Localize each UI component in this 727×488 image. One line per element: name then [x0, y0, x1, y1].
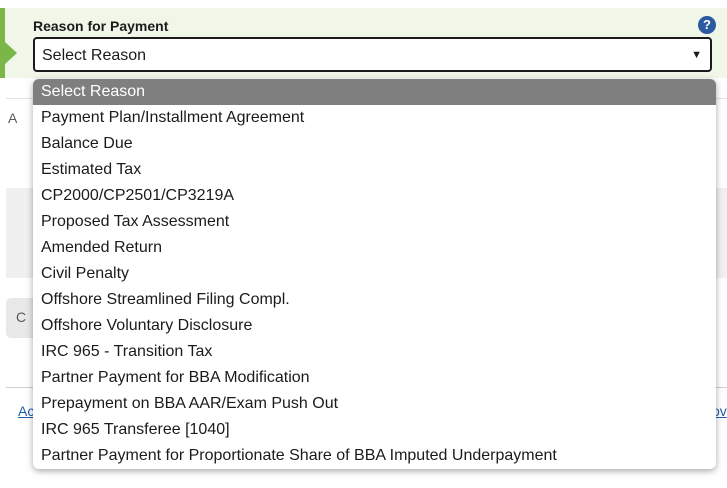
- reason-for-payment-label: Reason for Payment: [33, 18, 169, 34]
- dropdown-option[interactable]: Amended Return: [33, 235, 716, 261]
- dropdown-option[interactable]: Payment Plan/Installment Agreement: [33, 105, 716, 131]
- reason-select[interactable]: Select Reason ▼: [33, 37, 712, 72]
- dropdown-option[interactable]: CP2000/CP2501/CP3219A: [33, 183, 716, 209]
- dropdown-option[interactable]: IRC 965 - Transition Tax: [33, 339, 716, 365]
- dropdown-option[interactable]: Proposed Tax Assessment: [33, 209, 716, 235]
- active-step-arrow-icon: [5, 42, 17, 64]
- dropdown-option[interactable]: Select Reason: [33, 79, 716, 105]
- background-button-fragment: C: [16, 309, 27, 325]
- dropdown-option[interactable]: Offshore Streamlined Filing Compl.: [33, 287, 716, 313]
- background-text-fragment: A: [8, 110, 18, 126]
- dropdown-option[interactable]: Partner Payment for BBA Modification: [33, 365, 716, 391]
- dropdown-option[interactable]: Estimated Tax: [33, 157, 716, 183]
- dropdown-option[interactable]: Prepayment on BBA AAR/Exam Push Out: [33, 391, 716, 417]
- reason-select-value: Select Reason: [42, 47, 147, 64]
- chevron-down-icon: ▼: [691, 49, 702, 61]
- dropdown-option[interactable]: IRC 965 Transferee [1040]: [33, 417, 716, 443]
- background-link-fragment[interactable]: Ac: [18, 403, 34, 419]
- dropdown-option[interactable]: Civil Penalty: [33, 261, 716, 287]
- dropdown-option[interactable]: Partner Payment for Proportionate Share …: [33, 443, 716, 469]
- dropdown-option[interactable]: Offshore Voluntary Disclosure: [33, 313, 716, 339]
- dropdown-option[interactable]: Balance Due: [33, 131, 716, 157]
- reason-dropdown-list: Select Reason Payment Plan/Installment A…: [33, 79, 716, 469]
- help-icon[interactable]: ?: [698, 16, 716, 34]
